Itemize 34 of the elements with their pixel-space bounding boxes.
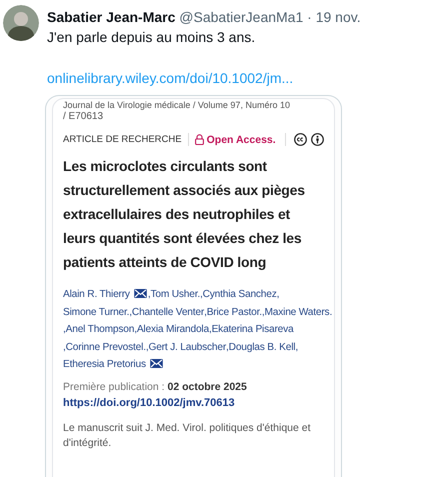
mail-icon[interactable]: [134, 289, 147, 298]
published-date: 02 octobre 2025: [167, 380, 247, 392]
author-handle[interactable]: @SabatierJeanMa1: [179, 9, 304, 25]
article-type: ARTICLE DE RECHERCHE: [63, 134, 182, 145]
author-link[interactable]: Alain R. Thierry: [63, 289, 130, 300]
article-id: / E70613: [63, 111, 104, 123]
author-link[interactable]: Gert J. Laubscher: [148, 342, 226, 352]
author-link[interactable]: ,Corinne Prevostel.,: [63, 342, 148, 352]
ethics-note: Le manuscrit suit J. Med. Virol. politiques d'éthique et d'intégrité.: [63, 420, 312, 450]
article-title: Les microclotes circulants sont structurellement associés aux pièges extracellulaires des neutrophiles et leurs quantités sont élevées chez les patients atteints de COVID long: [63, 157, 306, 272]
avatar[interactable]: [3, 5, 39, 41]
author-name[interactable]: Sabatier Jean-Marc: [47, 9, 176, 25]
author-link[interactable]: Simone Turner.: [63, 306, 130, 318]
author-link[interactable]: ,Anel Thompson: [63, 324, 134, 335]
journal-name: Journal de la Virologie médicale / Volume 97, Numéro 10: [63, 100, 291, 111]
published-label: Première publication :: [63, 380, 165, 392]
person-icon: [311, 133, 324, 146]
author-link[interactable]: ,Alexia Mirandola,: [134, 324, 212, 335]
author-link[interactable]: ,Chantelle Venter: [129, 306, 204, 318]
author-link[interactable]: ,Tom Usher.: [148, 289, 200, 300]
author-link[interactable]: ,Brice Pastor.: [204, 306, 262, 318]
author-link[interactable]: ,Douglas B. Kell,: [226, 342, 298, 352]
separator-dot: ·: [307, 9, 312, 25]
author-link[interactable]: ,Cynthia Sanchez,: [200, 289, 280, 300]
padlock-icon: [194, 134, 204, 145]
creative-commons-icon: [294, 133, 307, 146]
author-link[interactable]: Etheresia Pretorius: [63, 359, 146, 370]
open-access-label: Open Access.: [206, 134, 276, 146]
mail-icon[interactable]: [150, 359, 163, 368]
post-date[interactable]: 19 nov.: [316, 9, 361, 25]
post-text: J'en parle depuis au moins 3 ans.: [47, 29, 256, 45]
author-link[interactable]: ,Maxine Waters.: [262, 306, 332, 318]
doi-link[interactable]: https://doi.org/10.1002/jmv.70613: [63, 396, 324, 408]
author-link[interactable]: Ekaterina Pisareva: [212, 324, 294, 335]
